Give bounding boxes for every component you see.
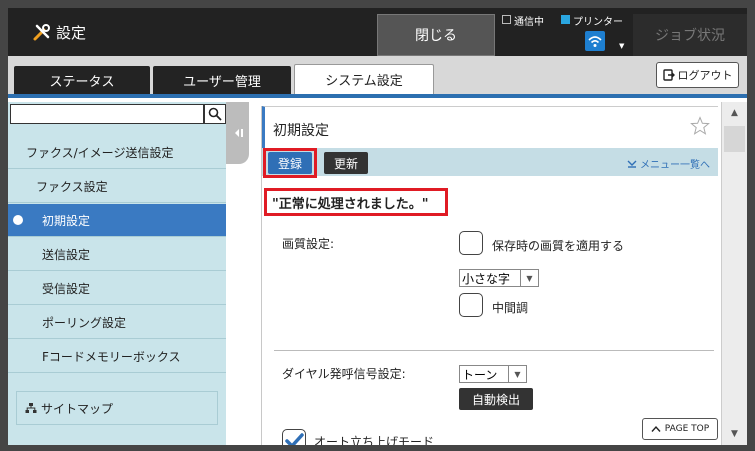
top-bar: 設定 閉じる 通信中 プリンター ▼ ジョブ状況: [8, 8, 747, 56]
auto-detect-button[interactable]: 自動検出: [459, 388, 533, 410]
checkmark-icon: [285, 433, 304, 445]
sidebar-item-label: ファクス/イメージ送信設定: [26, 145, 174, 160]
page-top-button[interactable]: PAGE TOP: [642, 418, 718, 440]
tab-status[interactable]: ステータス: [14, 66, 150, 94]
apply-quality-label: 保存時の画質を適用する: [492, 239, 625, 253]
wifi-icon[interactable]: [585, 31, 605, 51]
current-item-icon: [13, 215, 23, 225]
search-input[interactable]: [10, 104, 204, 124]
comm-indicator: [502, 15, 511, 24]
sitemap-label: サイトマップ: [41, 401, 114, 416]
device-frame: 設定 閉じる 通信中 プリンター ▼ ジョブ状況 ステータス ユーザー管理 シス…: [0, 0, 755, 451]
close-button[interactable]: 閉じる: [377, 14, 495, 56]
content-header: 初期設定: [262, 106, 718, 148]
sitemap-link[interactable]: サイトマップ: [16, 391, 218, 425]
search-button[interactable]: [204, 104, 226, 124]
sidebar-item-fax-settings[interactable]: ファクス設定: [8, 170, 226, 203]
sidebar-item-label: ファクス設定: [36, 179, 108, 194]
app-title-text: 設定: [56, 23, 87, 42]
chevron-up-icon: [651, 425, 661, 432]
dial-signal-select[interactable]: トーン ▼: [459, 365, 527, 383]
apply-quality-checkbox[interactable]: [459, 231, 483, 255]
action-bar: 登録 更新 メニュー一覧へ: [262, 148, 718, 178]
gutter: [249, 102, 261, 164]
chevron-down-icon: ▼: [508, 366, 526, 382]
printer-label: プリンター: [573, 17, 623, 28]
status-message: "正常に処理されました。": [272, 197, 429, 212]
content-panel: 初期設定 登録 更新 メニュー一覧へ "正常に処理されました。" 画質設定: 保…: [261, 106, 718, 445]
search-icon: [208, 107, 222, 121]
logout-icon: [662, 69, 675, 81]
chevron-down-icon[interactable]: ▼: [619, 42, 624, 50]
comm-label: 通信中: [514, 17, 544, 28]
sidebar-item-initial-settings[interactable]: 初期設定: [8, 204, 226, 237]
gutter: [226, 164, 261, 445]
sidebar-item-polling-settings[interactable]: ポーリング設定: [8, 306, 226, 339]
sidebar-item-label: 受信設定: [42, 281, 91, 296]
update-button[interactable]: 更新: [324, 152, 368, 174]
page-title: 初期設定: [273, 123, 329, 139]
auto-boot-checkbox[interactable]: [282, 429, 306, 445]
sidebar: ファクス/イメージ送信設定 ファクス設定 初期設定 送信設定 受信設定 ポーリン…: [8, 102, 226, 445]
scroll-up-icon[interactable]: ▲: [722, 102, 747, 124]
logout-button[interactable]: ログアウト: [656, 62, 739, 88]
sidebar-item-label: 初期設定: [42, 213, 91, 228]
scrollbar[interactable]: ▲ ▼: [721, 102, 747, 445]
page-top-label: PAGE TOP: [664, 424, 710, 434]
tab-user-management[interactable]: ユーザー管理: [153, 66, 291, 94]
quality-select[interactable]: 小さな字 ▼: [459, 269, 539, 287]
menu-list-link[interactable]: メニュー一覧へ: [627, 156, 710, 171]
quality-select-value: 小さな字: [462, 271, 511, 286]
tab-bar: ステータス ユーザー管理 システム設定 ログアウト: [8, 56, 747, 98]
collapse-icon: [234, 129, 243, 137]
app-title: 設定: [32, 20, 86, 44]
sidebar-item-f-code-memory-box[interactable]: Fコードメモリーボックス: [8, 340, 226, 373]
scroll-thumb[interactable]: [724, 126, 745, 152]
logout-label: ログアウト: [677, 69, 733, 82]
dial-select-value: トーン: [462, 367, 498, 382]
job-status-button[interactable]: ジョブ状況: [633, 14, 747, 56]
tools-icon: [33, 24, 50, 41]
printer-indicator: [561, 15, 570, 24]
collapse-sidebar-handle[interactable]: [226, 102, 249, 164]
tab-system-settings[interactable]: システム設定: [294, 64, 434, 94]
sidebar-item-send-settings[interactable]: 送信設定: [8, 238, 226, 271]
menu-list-label: メニュー一覧へ: [640, 160, 710, 171]
sidebar-item-label: ポーリング設定: [42, 315, 127, 330]
auto-boot-label: オート立ち上げモード: [314, 435, 435, 445]
image-quality-label: 画質設定:: [282, 237, 335, 251]
register-button[interactable]: 登録: [268, 152, 312, 174]
sidebar-item-label: 送信設定: [42, 247, 91, 262]
sidebar-item-label: Fコードメモリーボックス: [42, 349, 181, 364]
halftone-checkbox[interactable]: [459, 293, 483, 317]
menu-list-icon: [627, 160, 637, 168]
sidebar-item-receive-settings[interactable]: 受信設定: [8, 272, 226, 305]
scroll-down-icon[interactable]: ▼: [722, 423, 747, 445]
sidebar-item-fax-image-send[interactable]: ファクス/イメージ送信設定: [8, 136, 226, 169]
screen: 設定 閉じる 通信中 プリンター ▼ ジョブ状況 ステータス ユーザー管理 シス…: [8, 8, 747, 445]
divider: [274, 350, 714, 351]
status-area: 通信中 プリンター ▼: [502, 12, 627, 52]
chevron-down-icon: ▼: [520, 270, 538, 286]
halftone-label: 中間調: [492, 301, 529, 315]
star-icon[interactable]: [690, 116, 710, 136]
sitemap-icon: [25, 403, 37, 413]
dial-signal-label: ダイヤル発呼信号設定:: [282, 367, 406, 381]
